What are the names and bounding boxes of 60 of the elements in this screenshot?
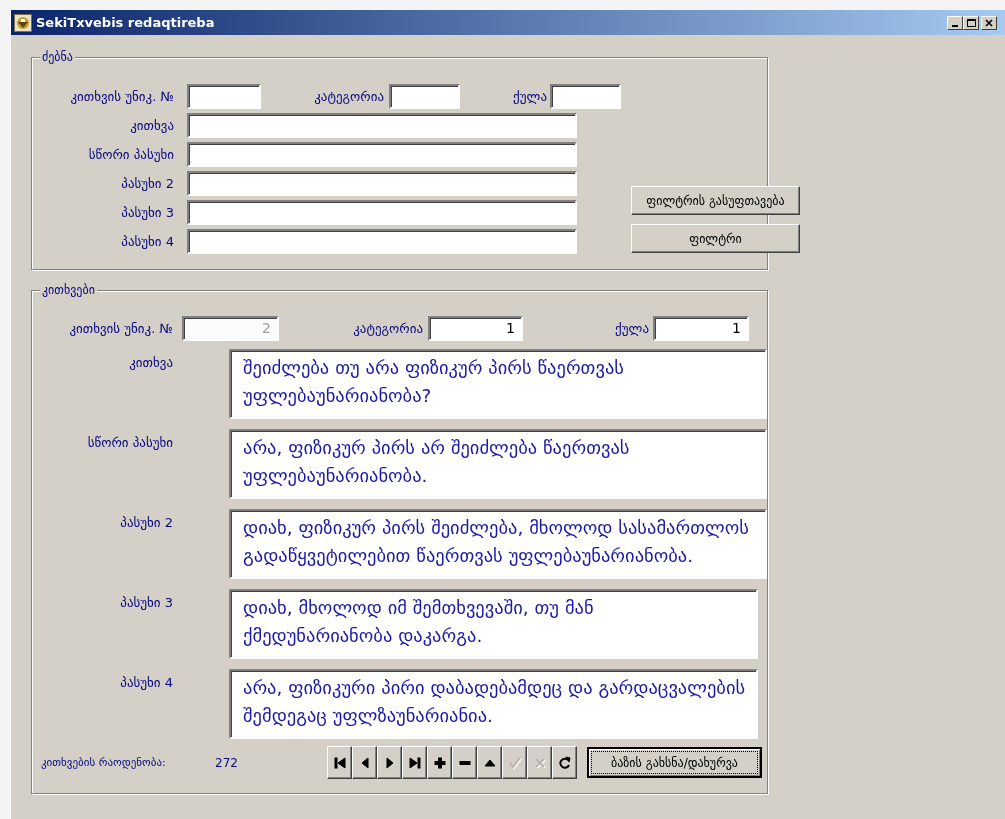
field-label: პასუხი 4 [120,234,174,249]
app-logo-icon [14,13,32,32]
edit-record-button[interactable] [477,746,502,779]
field-label: პასუხი 2 [119,514,173,532]
field-label: პასუხი 3 [120,205,174,220]
field-label: ქულა [512,89,547,104]
input-field[interactable] [187,200,577,225]
refresh-button[interactable] [552,746,577,779]
memo-field[interactable]: შეიძლება თუ არა ფიზიკურ პირს წაერთვას უფლებაუნარიანობა? [229,349,767,419]
input-field[interactable]: 1 [428,315,523,341]
group-title: კითხვები [40,282,97,298]
skip-back-icon [332,755,347,770]
record-count: 272 [215,755,239,770]
memo-field[interactable]: არა, ფიზიკურ პირს არ შეიძლება წაერთვას უფლებაუნარიანობა. [229,429,767,499]
input-field[interactable] [187,229,577,254]
input-field[interactable] [187,171,577,196]
last-record-button[interactable] [402,746,427,779]
field-label: პასუხი 4 [119,674,173,692]
field-label: პასუხი 3 [119,594,173,612]
field-label: ქულა [614,320,649,336]
field-label: სწორი პასუხი [87,147,174,162]
input-field[interactable] [550,84,621,109]
maximize-button[interactable] [963,15,979,30]
refresh-icon [557,755,572,770]
insert-record-button[interactable] [427,746,452,779]
input-field[interactable]: 1 [653,315,749,341]
input-field[interactable] [187,142,577,167]
minimize-icon [952,24,958,27]
input-field[interactable] [187,113,577,138]
memo-field[interactable]: დიახ, მხოლოდ იმ შემთხვევაში, თუ მან ქმედუნარიანობა დაკარგა. [229,589,758,659]
input-field[interactable] [389,84,460,109]
memo-field[interactable]: დიახ, ფიზიკურ პირს შეიძლება, მხოლოდ სასამართლოს გადაწყვეტილებით წაერთვას უფლებაუნარიანობა. [229,509,767,579]
field-label: კითხვა [128,354,173,372]
checkmark-icon [507,755,522,770]
close-icon [985,18,993,27]
close-button[interactable] [981,15,997,30]
field-label: პასუხი 2 [120,176,174,191]
input-field[interactable] [187,84,261,109]
group-title: ძებნა [40,49,75,65]
next-record-button[interactable] [377,746,402,779]
clear-filter-button[interactable]: ფილტრის გასუფთავება [631,186,800,215]
filter-button[interactable]: ფილტრი [631,224,800,253]
cross-icon [532,755,547,770]
minimize-button[interactable] [947,15,963,30]
field-label: კითხვა [129,118,174,133]
memo-field[interactable]: არა, ფიზიკური პირი დაბადებამდეც და გარდაცვალების შემდეგაც უფლზაუნარიანია. [229,669,758,739]
prior-record-button[interactable] [352,746,377,779]
field-label: კატეგორია [352,320,423,336]
field-label: კატეგორია [313,89,384,104]
database-toggle-button[interactable]: ბაზის გახსნა/დახურვა [587,747,762,778]
plus-icon [432,755,447,770]
maximize-icon [966,18,976,27]
skip-forward-icon [407,755,422,770]
field-label: სწორი პასუხი [86,434,173,452]
delete-record-button[interactable] [452,746,477,779]
count-label: კითხვების რაოდენობა: [41,756,167,769]
field-label: კითხვის უნიკ. № [69,89,174,104]
field-label: კითხვის უნიკ. № [68,320,173,336]
window-title: SekiTxvebis redaqtireba [36,15,216,30]
first-record-button[interactable] [327,746,352,779]
